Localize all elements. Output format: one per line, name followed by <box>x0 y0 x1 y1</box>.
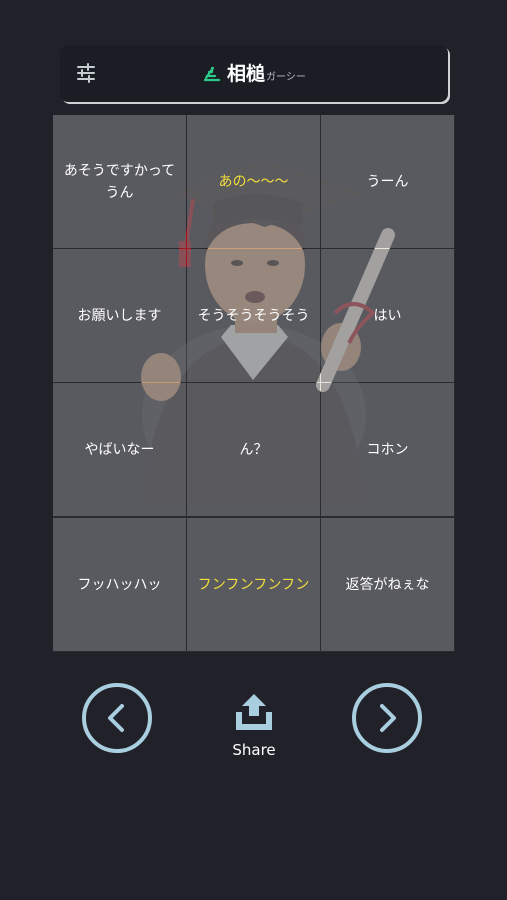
chevron-right-icon <box>380 704 396 732</box>
sound-cell-7[interactable]: やばいなー <box>53 383 186 516</box>
sound-cell-9[interactable]: コホン <box>321 383 454 516</box>
sound-cell-10[interactable]: フッハッハッ <box>53 518 186 651</box>
sound-cell-3[interactable]: うーん <box>321 115 454 248</box>
sound-cell-5[interactable]: そうそうそうそう <box>187 249 320 382</box>
sound-cell-11[interactable]: フンフンフンフン <box>187 518 320 651</box>
sliders-icon <box>77 63 95 83</box>
title-text: 相槌 <box>227 63 266 85</box>
share-button[interactable]: Share <box>216 690 292 760</box>
sound-cell-2[interactable]: あの〜〜〜 <box>187 115 320 248</box>
app-title: 相槌 ガーシー <box>203 59 306 89</box>
sound-cell-12[interactable]: 返答がねぇな <box>321 518 454 651</box>
header-bar: 相槌 ガーシー <box>60 45 448 102</box>
chevron-left-icon <box>108 704 124 732</box>
share-label: Share <box>232 741 276 759</box>
prev-page-button[interactable] <box>82 683 152 753</box>
subtitle-text: ガーシー <box>266 72 306 83</box>
settings-button[interactable] <box>74 61 98 85</box>
next-page-button[interactable] <box>352 683 422 753</box>
sound-cell-8[interactable]: ん？ <box>187 383 320 516</box>
upload-tray-icon <box>236 694 272 730</box>
sound-cell-4[interactable]: お願いします <box>53 249 186 382</box>
stairs-icon <box>203 66 221 82</box>
sound-cell-1[interactable]: あそうですかってうん <box>53 115 186 248</box>
sound-cell-6[interactable]: はい <box>321 249 454 382</box>
sound-grid: あそうですかってうん あの〜〜〜 うーん お願いします そうそうそうそう はい … <box>53 115 455 652</box>
